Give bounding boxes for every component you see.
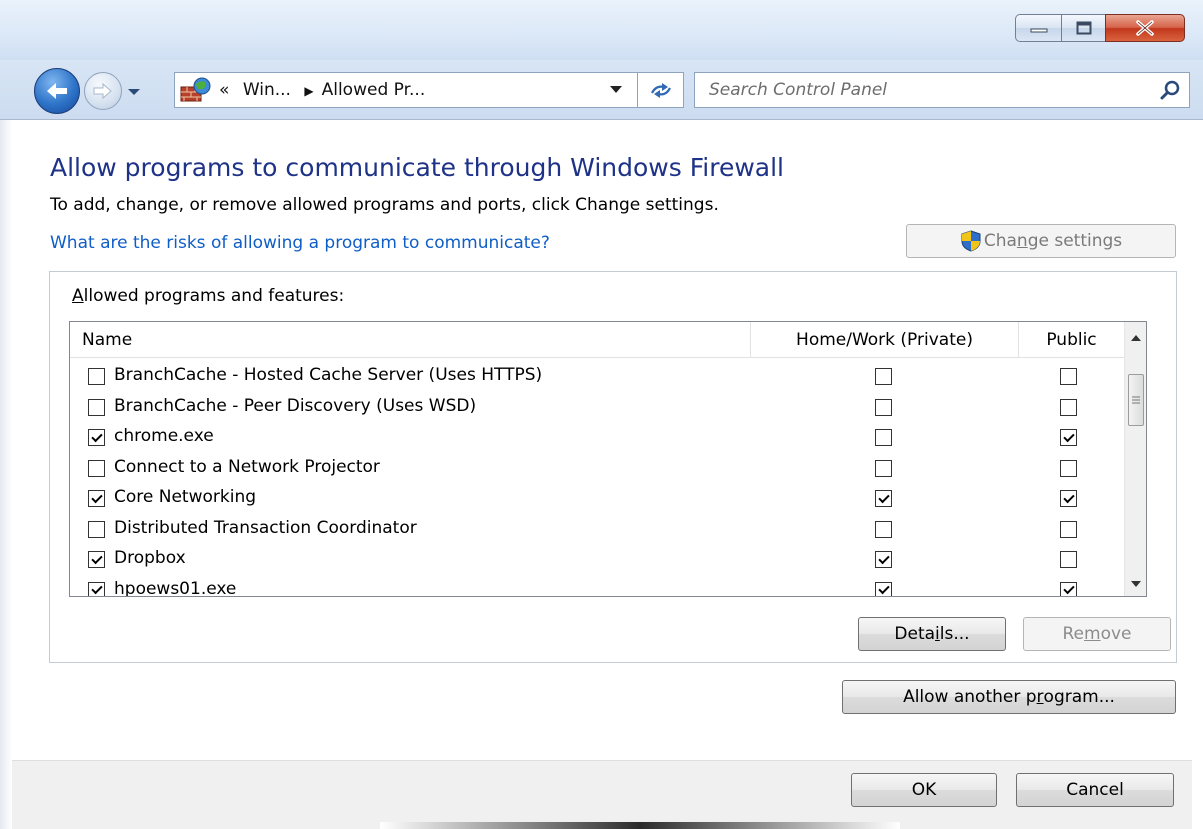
breadcrumb-overflow[interactable]: «	[219, 80, 229, 100]
scroll-up-button[interactable]	[1125, 326, 1146, 350]
recent-pages-dropdown[interactable]	[124, 82, 164, 102]
program-enabled-checkbox[interactable]	[88, 520, 105, 538]
public-checkbox[interactable]	[1060, 429, 1077, 446]
program-enabled-checkbox[interactable]	[88, 490, 105, 507]
details-button[interactable]: Deta i ls...	[858, 617, 1006, 651]
back-button[interactable]	[34, 68, 80, 114]
firewall-icon	[180, 77, 211, 102]
minimize-icon	[1030, 28, 1047, 33]
main-content: Allow programs to communicate through Wi…	[12, 121, 1192, 761]
list-item[interactable]: chrome.exe	[70, 423, 1125, 453]
home-work-checkbox[interactable]	[875, 459, 892, 477]
refresh-button[interactable]	[637, 73, 683, 107]
program-enabled-checkbox[interactable]	[88, 459, 105, 477]
home-work-checkbox[interactable]	[875, 368, 892, 385]
home-work-checkbox[interactable]	[875, 581, 892, 596]
breadcrumb-item-windows-firewall[interactable]: Win...	[243, 80, 291, 100]
program-enabled-checkbox[interactable]	[88, 368, 105, 385]
address-dropdown-button[interactable]	[603, 73, 629, 107]
uac-shield-icon	[961, 230, 981, 252]
change-settings-label: Change settings	[983, 231, 1123, 251]
chevron-down-icon	[610, 86, 622, 93]
scroll-thumb[interactable]	[1128, 374, 1144, 426]
grip-icon	[1132, 396, 1140, 404]
forward-button[interactable]	[84, 72, 122, 110]
dialog-footer: OK Cancel	[12, 760, 1192, 829]
allowed-programs-group: Allowed programs and features: Name Home…	[49, 271, 1177, 663]
search-box[interactable]	[694, 72, 1190, 108]
close-icon	[1136, 20, 1154, 36]
program-enabled-checkbox[interactable]	[88, 398, 105, 416]
home-work-checkbox[interactable]	[875, 551, 892, 568]
home-work-checkbox[interactable]	[875, 490, 892, 507]
close-button[interactable]	[1105, 14, 1185, 42]
program-name: Connect to a Network Projector	[114, 456, 380, 477]
search-icon[interactable]	[1159, 79, 1183, 103]
window-left-edge	[0, 120, 12, 829]
column-header-name[interactable]: Name	[70, 322, 750, 358]
program-name: Dropbox	[114, 548, 186, 568]
refresh-icon	[650, 83, 671, 98]
public-checkbox[interactable]	[1060, 459, 1077, 477]
maximize-button[interactable]	[1061, 14, 1105, 42]
program-enabled-checkbox[interactable]	[88, 551, 105, 568]
program-name: Core Networking	[114, 487, 257, 507]
list-item[interactable]: BranchCache - Peer Discovery (Uses WSD)	[70, 393, 1125, 423]
home-work-checkbox[interactable]	[875, 520, 892, 538]
scroll-down-arrow-icon	[1131, 581, 1141, 587]
window-controls	[1015, 14, 1185, 42]
list-item[interactable]: Distributed Transaction Coordinator	[70, 515, 1125, 545]
public-checkbox[interactable]	[1060, 520, 1077, 538]
breadcrumb-separator-icon: ▶	[304, 84, 314, 98]
risks-help-link[interactable]: What are the risks of allowing a program…	[50, 233, 550, 253]
maximize-icon	[1076, 21, 1091, 35]
chevron-down-icon	[128, 89, 140, 95]
program-name: BranchCache - Peer Discovery (Uses WSD)	[114, 395, 477, 416]
change-settings-button[interactable]: Change settings	[906, 224, 1176, 258]
minimize-button[interactable]	[1015, 14, 1061, 42]
title-bar	[0, 0, 1203, 60]
public-checkbox[interactable]	[1060, 368, 1077, 385]
program-name: chrome.exe	[114, 426, 214, 446]
public-checkbox[interactable]	[1060, 551, 1077, 568]
vertical-scrollbar[interactable]	[1124, 322, 1146, 596]
forward-arrow-icon	[93, 82, 112, 100]
program-enabled-checkbox[interactable]	[88, 581, 105, 596]
column-header-home-work[interactable]: Home/Work (Private)	[750, 322, 1018, 358]
list-item[interactable]: Core Networking	[70, 484, 1125, 514]
home-work-checkbox[interactable]	[875, 398, 892, 416]
program-name: Distributed Transaction Coordinator	[114, 517, 417, 538]
back-arrow-icon	[47, 83, 67, 99]
list-item[interactable]: Connect to a Network Projector	[70, 454, 1125, 484]
public-checkbox[interactable]	[1060, 581, 1077, 596]
cancel-button[interactable]: Cancel	[1016, 773, 1174, 807]
list-header: Name Home/Work (Private) Public	[70, 322, 1125, 358]
home-work-checkbox[interactable]	[875, 429, 892, 446]
scroll-up-arrow-icon	[1131, 335, 1141, 341]
program-name: hpoews01.exe	[114, 578, 237, 597]
search-input[interactable]	[707, 75, 1147, 105]
taskbar-shadow	[380, 822, 900, 829]
breadcrumb-item-allowed-programs[interactable]: Allowed Pr...	[322, 80, 426, 100]
breadcrumb: « Win... ▶ Allowed Pr...	[219, 80, 425, 100]
public-checkbox[interactable]	[1060, 490, 1077, 507]
allow-another-program-button[interactable]: Allow another p r ogram...	[842, 680, 1176, 714]
ok-button[interactable]: OK	[851, 773, 997, 807]
page-title: Allow programs to communicate through Wi…	[50, 153, 784, 182]
list-item[interactable]: BranchCache - Hosted Cache Server (Uses …	[70, 362, 1125, 392]
navigation-bar: « Win... ▶ Allowed Pr...	[0, 60, 1203, 120]
address-bar[interactable]: « Win... ▶ Allowed Pr...	[174, 72, 684, 108]
list-item[interactable]: hpoews01.exe	[70, 576, 1125, 597]
allowed-programs-label: Allowed programs and features:	[72, 286, 345, 306]
page-instructions: To add, change, or remove allowed progra…	[50, 195, 719, 215]
allowed-programs-list[interactable]: Name Home/Work (Private) Public BranchCa…	[69, 321, 1147, 597]
program-enabled-checkbox[interactable]	[88, 429, 105, 446]
public-checkbox[interactable]	[1060, 398, 1077, 416]
list-item[interactable]: Dropbox	[70, 545, 1125, 575]
program-name: BranchCache - Hosted Cache Server (Uses …	[114, 365, 543, 385]
remove-button[interactable]: Re m ove	[1023, 617, 1171, 651]
scroll-down-button[interactable]	[1125, 572, 1146, 596]
column-header-public[interactable]: Public	[1018, 322, 1125, 358]
